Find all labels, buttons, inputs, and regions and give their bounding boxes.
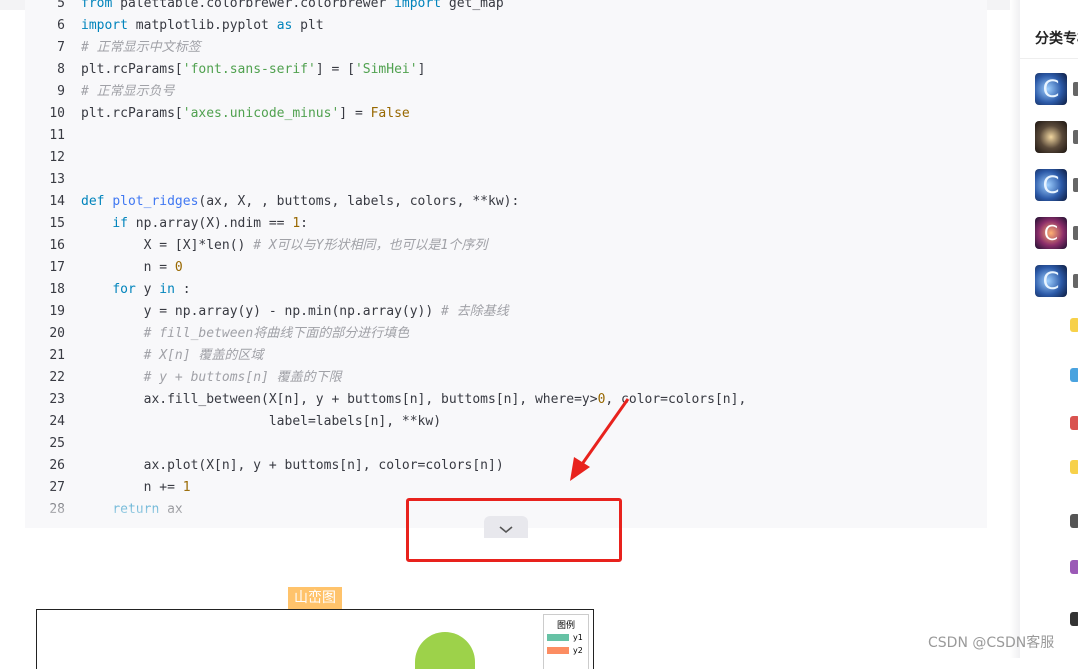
ridge-chart-preview: 图例 y1 y2 [36,609,594,669]
code-text: plt.rcParams['font.sans-serif'] = ['SimH… [81,62,426,77]
column-thumbnail-icon[interactable]: C [1035,217,1067,249]
legend-title: 图例 [556,621,575,631]
code-line: 17 n = 0 [25,257,746,279]
line-number: 13 [49,172,65,187]
line-number: 14 [49,194,65,209]
line-number: 23 [49,392,65,407]
column-link[interactable] [1073,274,1078,288]
line-number: 25 [49,436,65,451]
line-number: 20 [49,326,65,341]
code-text: ax.fill_between(X[n], y + buttoms[n], bu… [81,392,747,407]
column-thumbnail-icon[interactable]: C [1035,73,1067,105]
line-number: 9 [57,84,65,99]
code-text: def plot_ridges(ax, X, , buttoms, labels… [81,194,520,209]
line-number: 10 [49,106,65,121]
code-line: 8 plt.rcParams['font.sans-serif'] = ['Sim… [25,59,746,81]
code-line: 15 if np.array(X).ndim == 1: [25,213,746,235]
code-line: 16 X = [X]*len() # X可以与Y形状相同，也可以是1个序列 [25,235,746,257]
code-line: 5 from palettable.colorbrewer.colorbrewer… [25,0,746,15]
code-text: n = 0 [81,260,183,275]
chart-legend: 图例 y1 y2 [543,614,589,669]
line-number: 17 [49,260,65,275]
line-number: 11 [49,128,65,143]
code-line: 14 def plot_ridges(ax, X, , buttoms, labe… [25,191,746,213]
code-text: # X[n] 覆盖的区域 [143,348,264,363]
code-line: 11 [25,125,746,147]
code-text: from palettable.colorbrewer.colorbrewer … [81,0,504,11]
code-text: # 正常显示中文标签 [81,40,201,55]
code-text: # fill_between将曲线下面的部分进行填色 [143,326,410,341]
line-number: 19 [49,304,65,319]
line-number: 8 [57,62,65,77]
sidebar-badge-icon[interactable] [1070,560,1078,574]
code-block: 5 from palettable.colorbrewer.colorbrewer… [25,0,987,528]
code-line: 9 # 正常显示负号 [25,81,746,103]
sidebar-badge-icon[interactable] [1070,612,1078,626]
line-number: 7 [57,40,65,55]
column-thumbnail-icon[interactable]: C [1035,265,1067,297]
legend-item: y1 [544,631,588,644]
column-thumbnail-icon[interactable]: C [1035,169,1067,201]
code-text: # y + buttoms[n] 覆盖的下限 [143,370,342,385]
line-number: 21 [49,348,65,363]
line-number: 18 [49,282,65,297]
annotation-highlight-box [406,498,622,562]
column-link[interactable] [1073,226,1078,240]
line-number: 12 [49,150,65,165]
code-text: # 正常显示负号 [81,84,175,99]
legend-label: y1 [573,633,583,642]
watermark: CSDN @CSDN客服 [928,635,1055,651]
sidebar-badge-icon[interactable] [1070,318,1078,332]
sidebar-divider [1020,58,1078,59]
chart-caption-tag: 山峦图 [288,587,342,609]
legend-label: y2 [573,646,583,655]
code-text: if np.array(X).ndim == 1: [112,216,308,231]
column-link[interactable] [1073,178,1078,192]
line-number: 16 [49,238,65,253]
code-line: 19 y = np.array(y) - np.min(np.array(y))… [25,301,746,323]
code-text: label=labels[n], **kw) [81,414,442,429]
sidebar-badge-icon[interactable] [1070,416,1078,430]
sidebar-title: 分类专栏 [1035,31,1078,47]
legend-item: y2 [544,644,588,657]
sidebar-badge-icon[interactable] [1070,460,1078,474]
code-text: for y in : [112,282,191,297]
code-line: 7 # 正常显示中文标签 [25,37,746,59]
line-number: 22 [49,370,65,385]
sidebar-shadow [1010,0,1020,658]
line-number: 15 [49,216,65,231]
code-line: 18 for y in : [25,279,746,301]
code-line: 6 import matplotlib.pyplot as plt [25,15,746,37]
code-line: 20 # fill_between将曲线下面的部分进行填色 [25,323,746,345]
line-number: 26 [49,458,65,473]
legend-swatch [547,634,569,641]
code-text: ax.plot(X[n], y + buttoms[n], color=colo… [81,458,504,473]
code-text: import matplotlib.pyplot as plt [81,18,324,33]
line-number: 5 [57,0,65,11]
code-line: 10 plt.rcParams['axes.unicode_minus'] = F… [25,103,746,125]
column-link[interactable] [1073,82,1078,96]
code-line: 22 # y + buttoms[n] 覆盖的下限 [25,367,746,389]
line-number: 24 [49,414,65,429]
code-text: y = np.array(y) - np.min(np.array(y)) # … [81,304,509,319]
ridge-peak [415,632,475,669]
line-number: 6 [57,18,65,33]
annotation-arrow-icon [570,398,630,481]
code-line: 13 [25,169,746,191]
code-text: plt.rcParams['axes.unicode_minus'] = Fal… [81,106,410,121]
sidebar-badge-icon[interactable] [1070,514,1078,528]
right-sidebar: 分类专栏 C C C C [1020,0,1078,658]
code-text: X = [X]*len() # X可以与Y形状相同，也可以是1个序列 [81,238,488,253]
code-line: 21 # X[n] 覆盖的区域 [25,345,746,367]
code-line: 12 [25,147,746,169]
legend-swatch [547,647,569,654]
column-thumbnail-icon[interactable] [1035,121,1067,153]
sidebar-badge-icon[interactable] [1070,368,1078,382]
column-link[interactable] [1073,130,1078,144]
